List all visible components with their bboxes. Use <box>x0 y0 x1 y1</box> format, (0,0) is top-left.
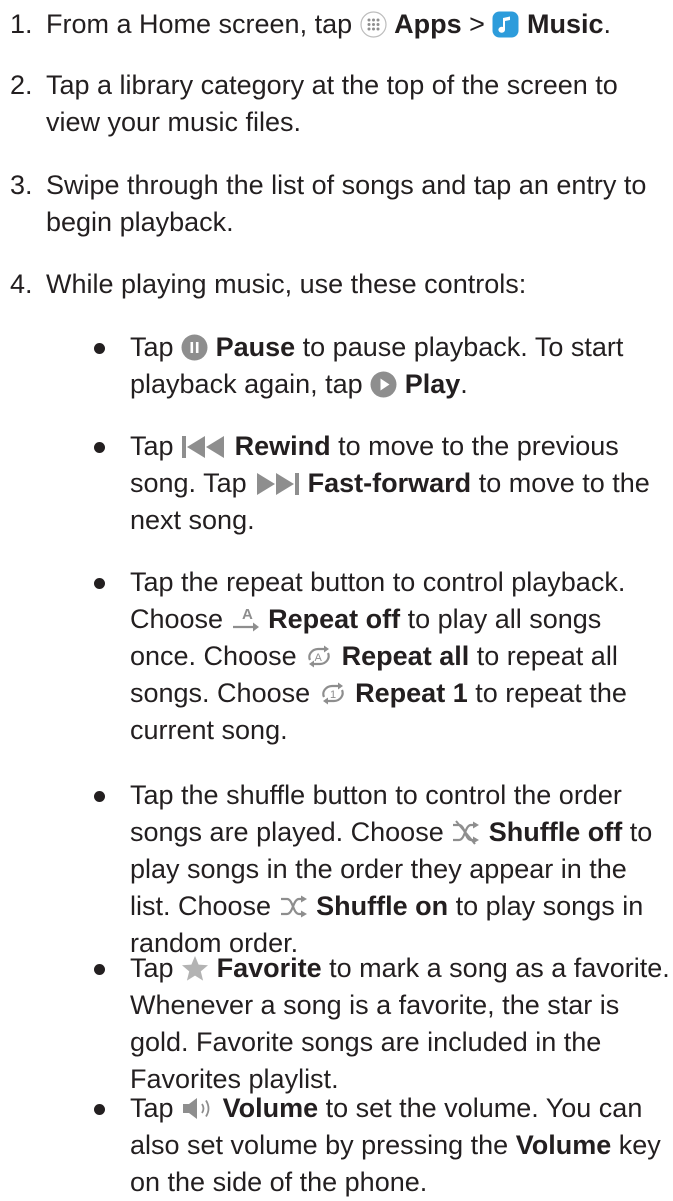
apps-grid-icon <box>360 11 387 38</box>
step-2-text: Tap a library category at the top of the… <box>46 70 618 137</box>
bullet-pause: Tap Pause to pause playback. To start pl… <box>130 329 671 403</box>
bullet-repeat: Tap the repeat button to control playbac… <box>130 564 671 749</box>
favorite-label: Favorite <box>216 953 322 983</box>
bullet-text: Tap <box>130 1093 174 1123</box>
repeat-all-letter: A <box>315 652 323 664</box>
music-label: Music <box>526 9 604 39</box>
step-number: 1. <box>10 9 33 39</box>
step-number: 3. <box>10 170 33 200</box>
bullet-text: Tap <box>130 431 174 461</box>
repeat-off-icon: A <box>231 606 261 633</box>
volume-label: Volume <box>222 1093 319 1123</box>
separator: > <box>469 9 485 39</box>
bullet-text: to mark a song as a favorite. Whenever a… <box>130 953 670 1094</box>
apps-label: Apps <box>394 9 462 39</box>
step-3-text: Swipe through the list of songs and tap … <box>46 170 647 237</box>
shuffle-off-label: Shuffle off <box>488 817 623 847</box>
bullet-text: Tap <box>130 332 174 362</box>
repeat-one-digit: 1 <box>330 689 336 701</box>
period: . <box>603 9 612 39</box>
repeat-one-icon: 1 <box>318 680 348 707</box>
repeat-all-label: Repeat all <box>341 641 470 671</box>
repeat-one-label: Repeat 1 <box>355 678 468 708</box>
bullet <box>94 964 105 975</box>
rewind-label: Rewind <box>234 431 331 461</box>
shuffle-off-icon <box>451 819 481 846</box>
repeat-all-icon: A <box>304 643 334 670</box>
step-1-text: From a Home screen, tap Apps > Music. <box>46 6 671 43</box>
step-number: 4. <box>10 269 33 299</box>
music-note-icon <box>492 11 519 38</box>
star-icon <box>181 955 209 982</box>
bullet-favorite: Tap Favorite to mark a song as a favorit… <box>130 950 671 1098</box>
rewind-icon <box>181 433 227 460</box>
period: . <box>460 369 468 399</box>
step-text: From a Home screen, tap <box>46 9 353 39</box>
shuffle-on-label: Shuffle on <box>316 891 449 921</box>
pause-label: Pause <box>215 332 296 362</box>
bullet-text: Tap <box>130 953 174 983</box>
bullet <box>94 442 105 453</box>
volume-key-label: Volume <box>515 1130 612 1160</box>
bullet-rewind: Tap Rewind to move to the previous song.… <box>130 428 671 539</box>
bullet-volume: Tap Volume to set the volume. You can al… <box>130 1090 671 1201</box>
step-number: 2. <box>10 70 33 100</box>
bullet <box>94 343 105 354</box>
repeat-off-label: Repeat off <box>268 604 401 634</box>
bullet <box>94 791 105 802</box>
fast-forward-icon <box>254 470 300 497</box>
repeat-off-letter: A <box>242 606 253 623</box>
volume-icon <box>181 1095 215 1122</box>
bullet <box>94 1104 105 1115</box>
shuffle-on-icon <box>279 893 309 920</box>
music-instructions: 1. From a Home screen, tap Apps > Music.… <box>0 0 673 1197</box>
pause-icon <box>181 334 208 361</box>
step-4-text: While playing music, use these controls: <box>46 269 527 299</box>
bullet-shuffle: Tap the shuffle button to control the or… <box>130 777 671 962</box>
bullet <box>94 578 105 589</box>
play-label: Play <box>404 369 461 399</box>
play-icon <box>370 371 397 398</box>
fast-forward-label: Fast-forward <box>307 468 472 498</box>
